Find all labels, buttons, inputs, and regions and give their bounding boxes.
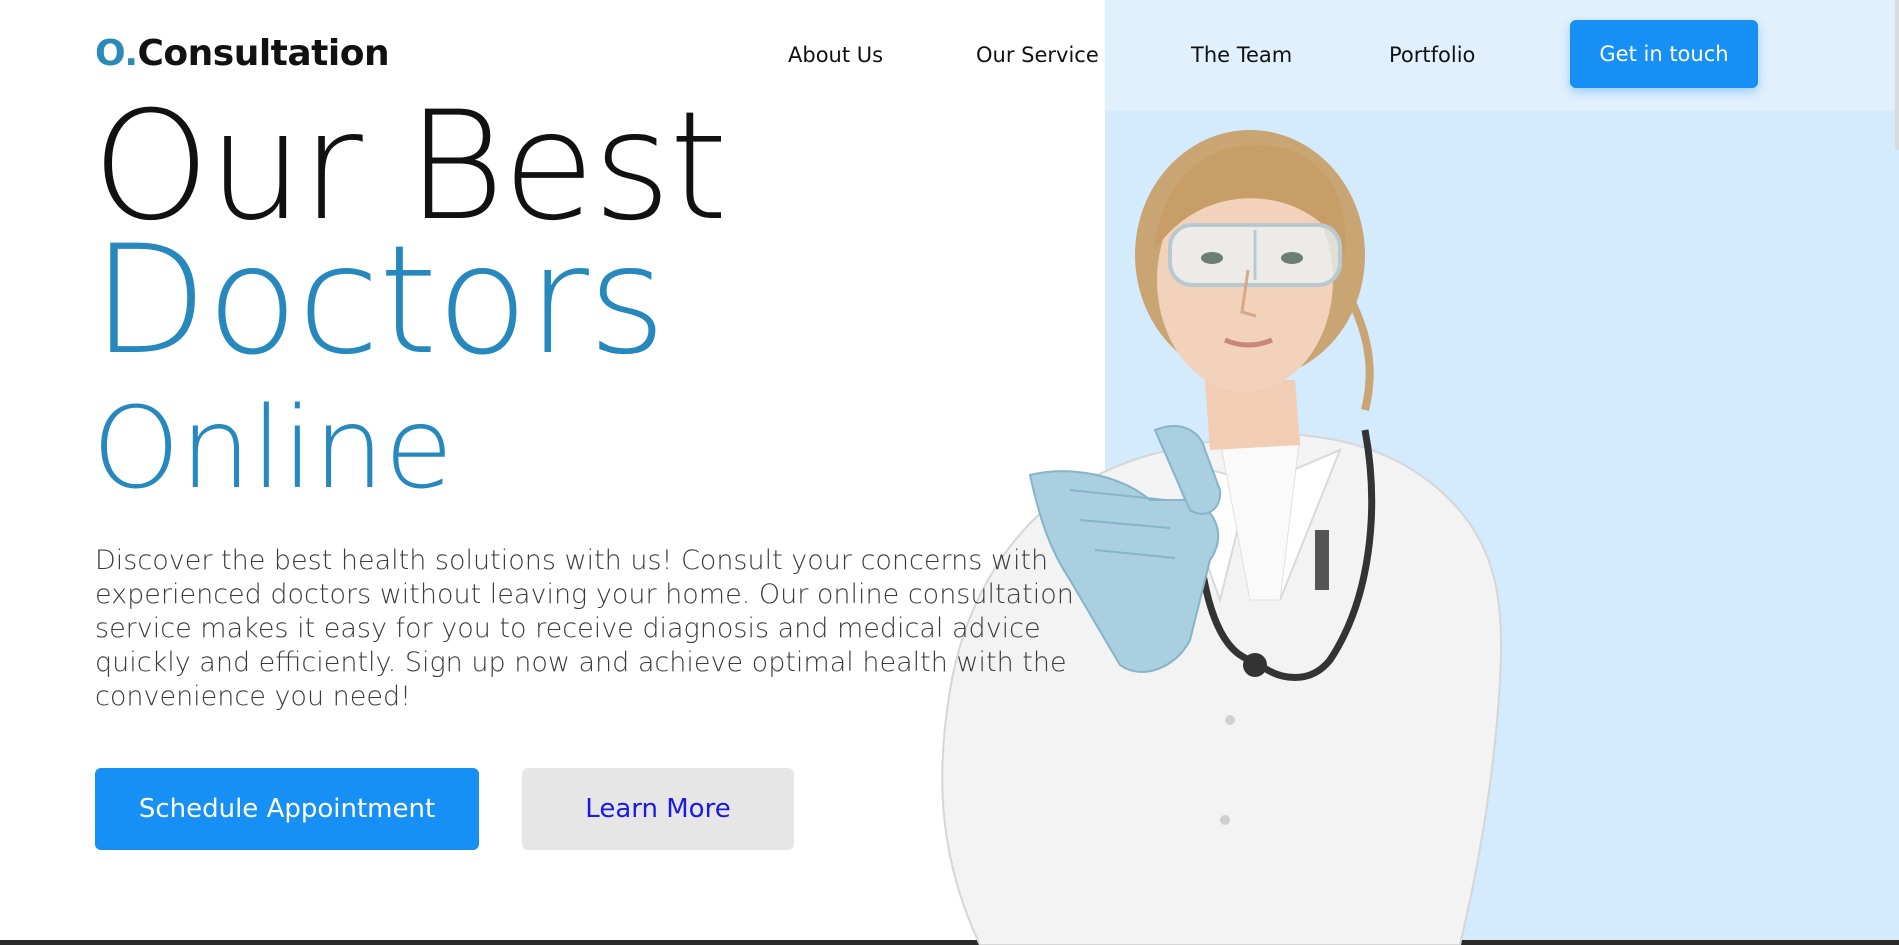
doctor-photo bbox=[941, 130, 1503, 945]
hero-title-line-2: Doctors bbox=[92, 214, 666, 388]
nav-link-the-team[interactable]: The Team bbox=[1191, 41, 1292, 69]
hero-description: Discover the best health solutions with … bbox=[95, 545, 1074, 712]
nav-link-about-us[interactable]: About Us bbox=[788, 41, 883, 69]
landing-page: O.Consultation About Us Our Service The … bbox=[0, 0, 1899, 945]
site-logo[interactable]: O.Consultation bbox=[95, 33, 390, 75]
logo-text: Consultation bbox=[137, 33, 390, 74]
get-in-touch-button[interactable]: Get in touch bbox=[1570, 20, 1758, 88]
learn-more-button[interactable]: Learn More bbox=[522, 768, 794, 850]
schedule-appointment-button[interactable]: Schedule Appointment bbox=[95, 768, 479, 850]
scrollbar[interactable] bbox=[1895, 0, 1899, 150]
logo-mark: O. bbox=[95, 33, 138, 74]
hero-title-line-3: Online bbox=[92, 384, 454, 514]
nav-link-portfolio[interactable]: Portfolio bbox=[1389, 41, 1475, 69]
nav-link-our-service[interactable]: Our Service bbox=[976, 41, 1099, 69]
